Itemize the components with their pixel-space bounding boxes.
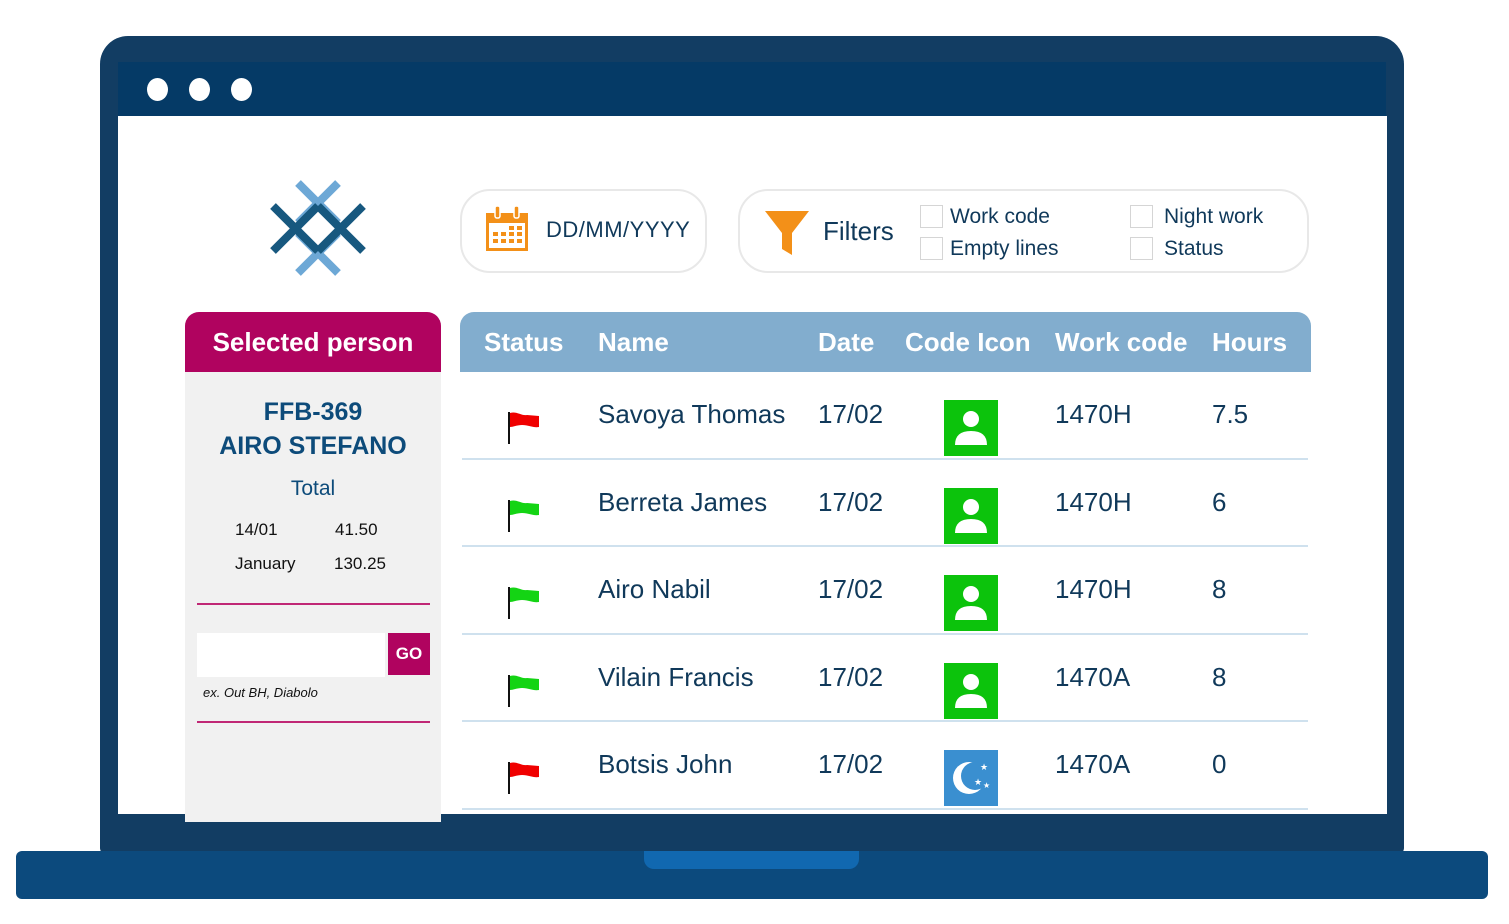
status-flag-green-icon <box>508 499 539 532</box>
selected-person-panel: Selected person FFB-369 AIRO STEFANO Tot… <box>185 312 441 822</box>
person-name: AIRO STEFANO <box>219 432 407 460</box>
table-row[interactable]: Savoya Thomas 17/02 1470H 7.5 <box>462 372 1308 460</box>
row-name: Savoya Thomas <box>598 399 786 429</box>
row-work-code: 1470H <box>1055 399 1132 429</box>
status-flag-green-icon <box>508 587 539 619</box>
column-header-name[interactable]: Name <box>598 312 669 372</box>
row-hours: 0 <box>1212 749 1227 779</box>
label-night-work: Night work <box>1164 205 1264 228</box>
row-date: 17/02 <box>818 486 884 517</box>
row-hours: 7.5 <box>1212 399 1249 429</box>
window-titlebar <box>118 62 1386 116</box>
filters-bar: Filters Work code Empty lines Night work… <box>738 189 1309 273</box>
checkbox-work-code[interactable] <box>920 205 943 228</box>
person-icon <box>944 400 998 456</box>
calendar-icon <box>486 205 528 251</box>
night-moon-icon: ★★ ★ <box>944 750 998 806</box>
funnel-icon <box>765 211 809 255</box>
row-date: 17/02 <box>818 661 884 692</box>
person-icon <box>944 662 998 719</box>
column-header-work-code[interactable]: Work code <box>1055 312 1187 372</box>
person-id: FFB-369 <box>263 398 363 426</box>
table-row[interactable]: Airo Nabil 17/02 1470H 8 <box>462 547 1308 635</box>
total-label: Total <box>290 477 336 500</box>
total-month-value: 130.25 <box>334 554 386 573</box>
date-input[interactable]: DD/MM/YYYY <box>546 217 690 243</box>
row-work-code: 1470H <box>1055 574 1132 604</box>
person-icon <box>944 575 998 631</box>
row-name: Botsis John <box>598 749 733 779</box>
column-header-hours[interactable]: Hours <box>1212 312 1287 372</box>
row-date: 17/02 <box>818 399 884 429</box>
svg-text:★: ★ <box>980 762 988 772</box>
search-hint: ex. Out BH, Diabolo <box>203 685 318 700</box>
row-name: Berreta James <box>598 486 768 517</box>
person-icon <box>944 487 998 544</box>
svg-text:★: ★ <box>974 777 982 787</box>
total-period-label: 14/01 <box>235 520 278 539</box>
panel-title: Selected person <box>185 312 441 372</box>
code-search-input[interactable] <box>197 633 385 677</box>
table-row[interactable]: Botsis John 17/02 ★ ★ ★ 1470A 0 <box>462 722 1308 810</box>
row-work-code: 1470H <box>1055 486 1132 517</box>
row-work-code: 1470A <box>1055 661 1131 692</box>
window-maximize-dot[interactable] <box>231 78 252 101</box>
checkbox-status[interactable] <box>1130 237 1153 260</box>
date-picker[interactable]: DD/MM/YYYY <box>460 189 707 273</box>
status-flag-red-icon <box>508 762 539 794</box>
filters-label: Filters <box>823 216 894 246</box>
row-hours: 6 <box>1212 486 1227 517</box>
checkbox-empty-lines[interactable] <box>920 237 943 260</box>
checkbox-night-work[interactable] <box>1130 205 1153 228</box>
row-hours: 8 <box>1212 661 1227 692</box>
go-button[interactable]: GO <box>388 633 430 675</box>
laptop-notch <box>644 851 859 869</box>
window-minimize-dot[interactable] <box>189 78 210 101</box>
row-name: Vilain Francis <box>598 661 754 692</box>
svg-text:★: ★ <box>983 781 990 790</box>
table-row[interactable]: Vilain Francis 17/02 1470A 8 <box>462 635 1308 722</box>
label-work-code: Work code <box>950 205 1050 228</box>
status-flag-green-icon <box>508 674 539 707</box>
row-date: 17/02 <box>818 749 884 779</box>
row-hours: 8 <box>1212 574 1227 604</box>
row-name: Airo Nabil <box>598 574 711 604</box>
divider <box>197 603 430 605</box>
column-header-code-icon[interactable]: Code Icon <box>905 312 1031 372</box>
window-close-dot[interactable] <box>147 78 168 101</box>
column-header-date[interactable]: Date <box>818 312 874 372</box>
row-date: 17/02 <box>818 574 884 604</box>
table-header: Status Name Date Code Icon Work code Hou… <box>460 312 1311 372</box>
timesheet-table: Status Name Date Code Icon Work code Hou… <box>460 312 1311 810</box>
label-status: Status <box>1164 237 1224 260</box>
status-flag-red-icon <box>508 412 539 444</box>
column-header-status[interactable]: Status <box>484 312 563 372</box>
total-period-value: 41.50 <box>335 520 378 539</box>
total-month-label: January <box>235 554 296 573</box>
divider <box>197 721 430 723</box>
app-logo-icon <box>270 180 366 276</box>
table-row[interactable]: Berreta James 17/02 1470H 6 <box>462 460 1308 547</box>
row-work-code: 1470A <box>1055 749 1131 779</box>
label-empty-lines: Empty lines <box>950 237 1059 260</box>
